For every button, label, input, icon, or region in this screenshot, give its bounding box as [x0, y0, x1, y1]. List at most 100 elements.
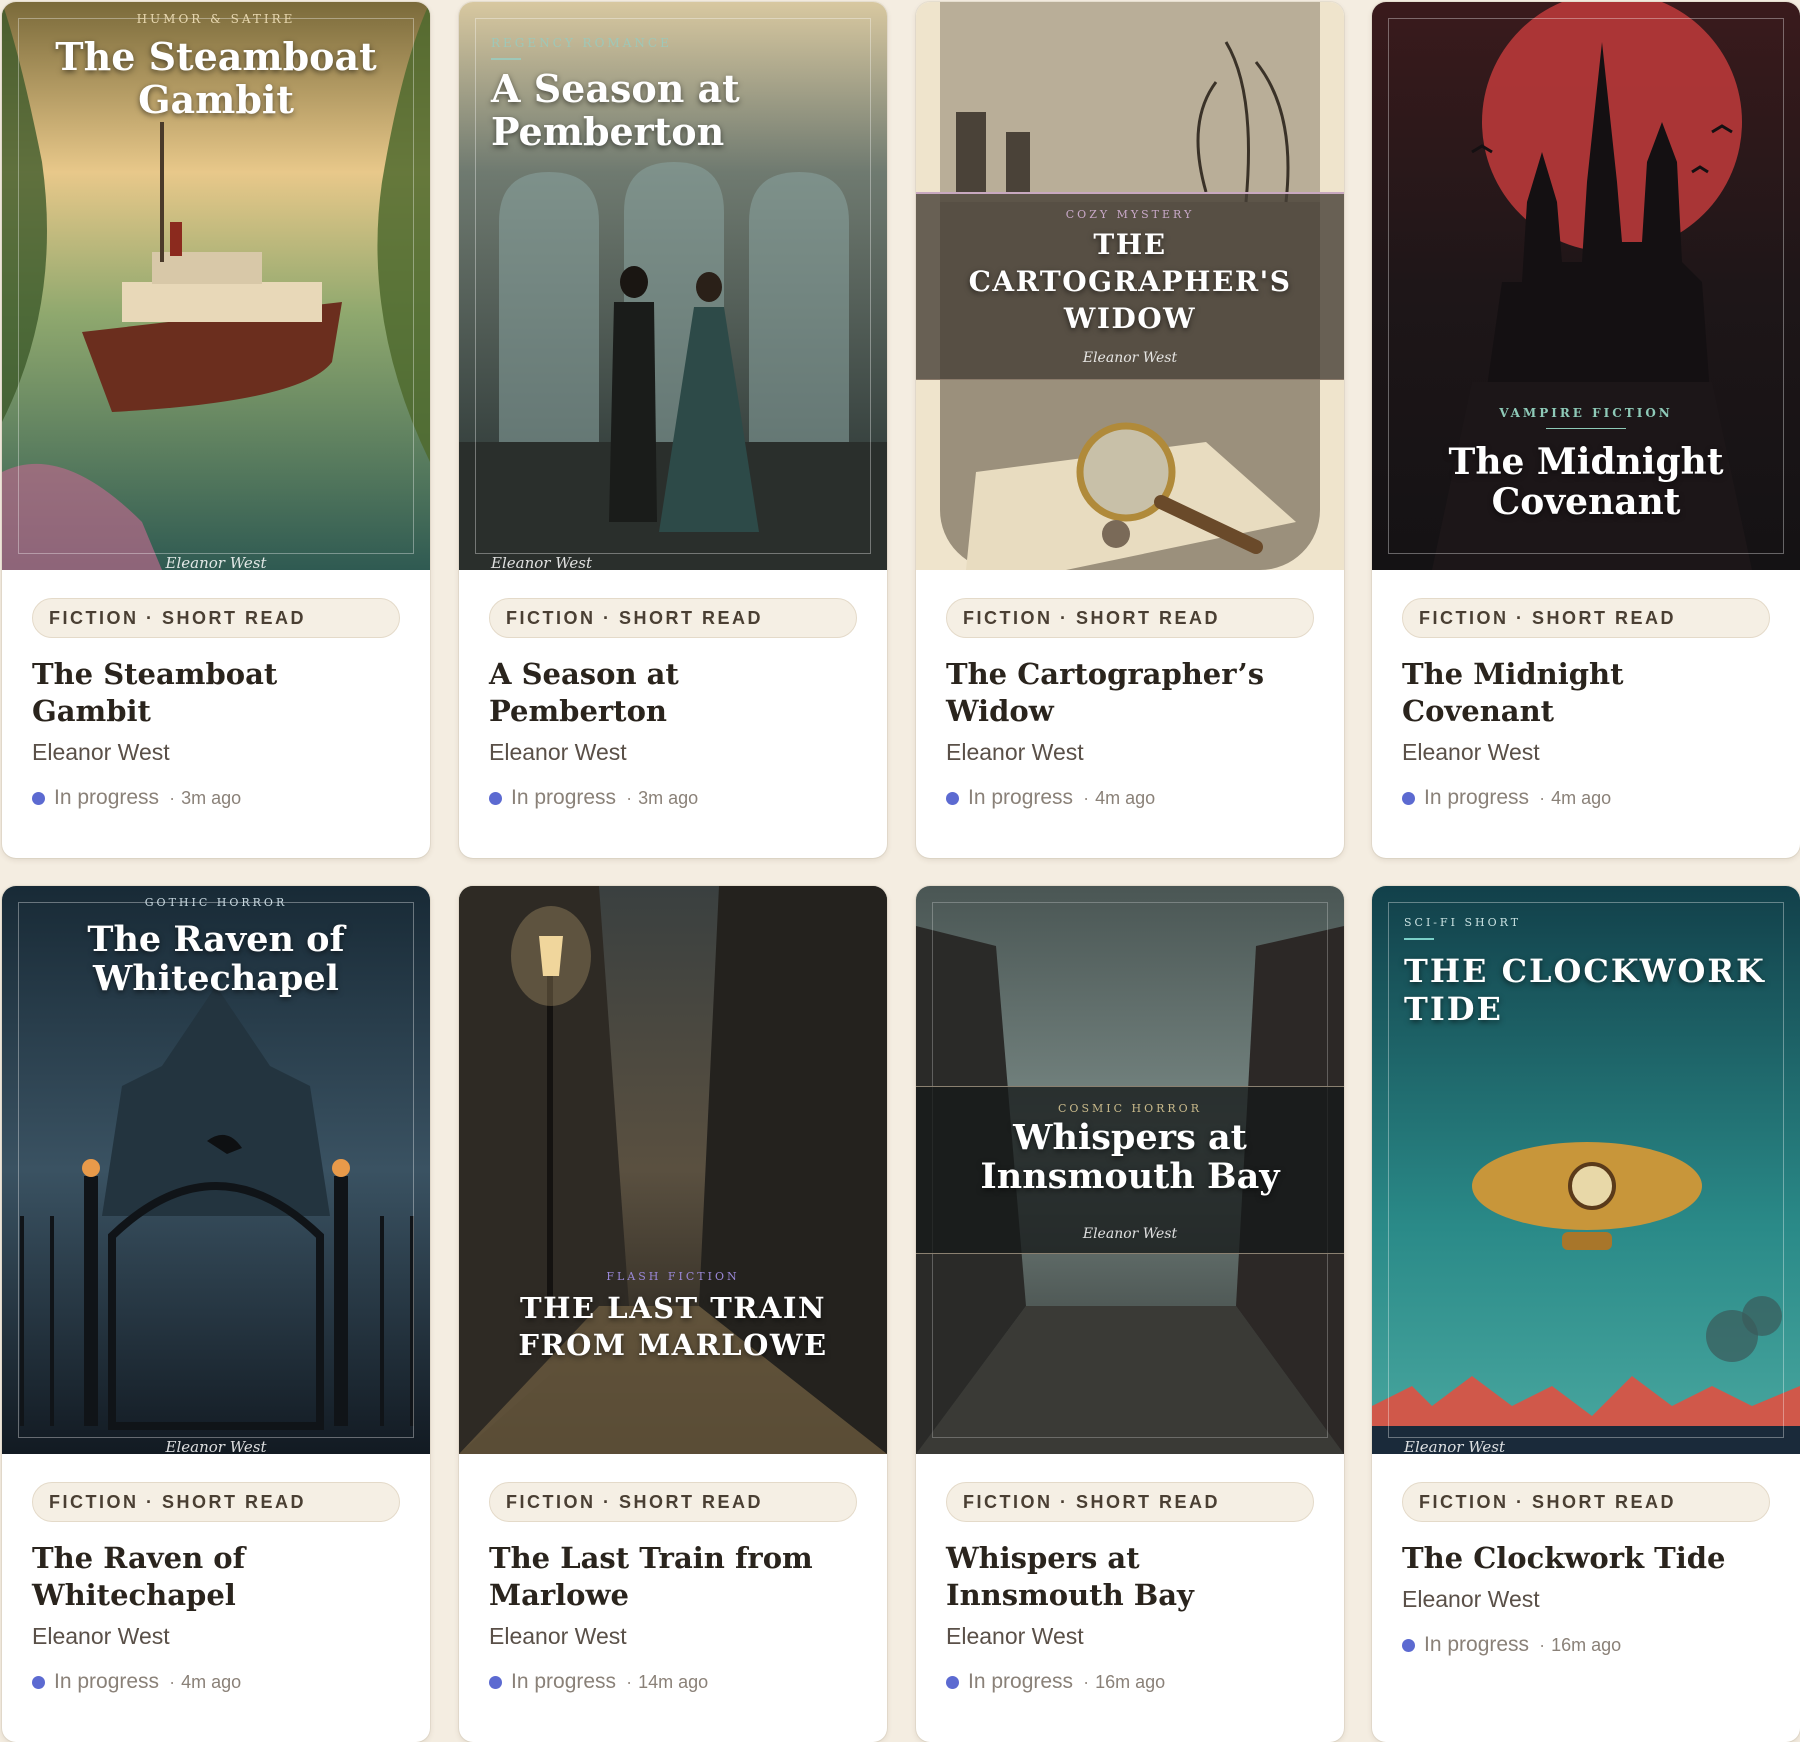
reading-status: In progress · 4m ago [32, 1670, 400, 1694]
book-cover: REGENCY ROMANCE A Season at Pemberton El… [459, 2, 887, 570]
book-card-whispers-at-innsmouth-bay[interactable]: COSMIC HORROR Whispers at Innsmouth Bay … [916, 886, 1344, 1742]
status-dot-icon [489, 791, 502, 805]
cover-title: The Steamboat Gambit [55, 34, 377, 122]
separator: · [1083, 1671, 1090, 1692]
book-cover: SCI-FI SHORT THE CLOCKWORK TIDE Eleanor … [1372, 886, 1800, 1454]
separator: · [626, 1671, 633, 1692]
status-label: In progress [511, 1670, 617, 1693]
status-label: In progress [968, 786, 1074, 809]
reading-status: In progress · 16m ago [946, 1670, 1314, 1694]
cover-genre: COZY MYSTERY [1065, 208, 1195, 221]
reading-status: In progress · 3m ago [32, 786, 400, 810]
cover-genre: FLASH FICTION [606, 1270, 740, 1283]
book-title: The Midnight Covenant [1402, 657, 1624, 728]
book-title: Whispers at Innsmouth Bay [946, 1541, 1194, 1612]
cover-author: Eleanor West [165, 554, 267, 570]
separator: · [626, 787, 633, 808]
book-card-season-at-pemberton[interactable]: REGENCY ROMANCE A Season at Pemberton El… [459, 2, 887, 858]
separator: · [1539, 787, 1546, 808]
book-card-raven-of-whitechapel[interactable]: GOTHIC HORROR The Raven of Whitechapel E… [2, 886, 430, 1742]
status-label: In progress [1424, 786, 1530, 809]
cover-genre: VAMPIRE FICTION [1499, 406, 1673, 420]
cover-title: THE CARTOGRAPHER'S WIDOW [968, 228, 1292, 335]
book-author: Eleanor West [489, 1623, 627, 1649]
library-grid: HUMOR & SATIRE The Steamboat Gambit Elea… [0, 0, 1800, 1742]
separator: · [169, 787, 176, 808]
book-title: The Clockwork Tide [1402, 1541, 1726, 1575]
category-badge: FICTION · SHORT READ [32, 598, 400, 638]
reading-status: In progress · 3m ago [489, 786, 857, 810]
reading-status: In progress · 4m ago [946, 786, 1314, 810]
cover-author: Eleanor West [491, 554, 592, 570]
status-dot-icon [1402, 791, 1415, 805]
category-badge: FICTION · SHORT READ [489, 598, 857, 638]
status-dot-icon [946, 1675, 959, 1689]
status-dot-icon [32, 1675, 45, 1689]
cover-genre: GOTHIC HORROR [144, 896, 288, 909]
category-badge: FICTION · SHORT READ [1402, 598, 1770, 638]
book-title: The Raven of Whitechapel [32, 1541, 246, 1612]
reading-status: In progress · 16m ago [1402, 1633, 1770, 1657]
status-label: In progress [54, 1670, 160, 1693]
book-title: The Steamboat Gambit [32, 657, 278, 728]
book-author: Eleanor West [489, 739, 627, 765]
last-read-time: 3m ago [181, 787, 242, 808]
category-badge: FICTION · SHORT READ [489, 1482, 857, 1522]
cover-genre: COSMIC HORROR [1058, 1102, 1202, 1115]
cover-author: Eleanor West [1082, 1226, 1178, 1242]
status-label: In progress [1424, 1633, 1530, 1656]
book-card-clockwork-tide[interactable]: SCI-FI SHORT THE CLOCKWORK TIDE Eleanor … [1372, 886, 1800, 1742]
book-author: Eleanor West [946, 1623, 1084, 1649]
book-title: A Season at Pemberton [489, 657, 679, 728]
book-cover: GOTHIC HORROR The Raven of Whitechapel E… [2, 886, 430, 1454]
cover-author: Eleanor West [165, 1438, 267, 1454]
reading-status: In progress · 14m ago [489, 1670, 857, 1694]
book-title: The Cartographer’s Widow [946, 657, 1265, 728]
reading-status: In progress · 4m ago [1402, 786, 1770, 810]
cover-genre: SCI-FI SHORT [1404, 916, 1522, 929]
status-dot-icon [946, 791, 959, 805]
book-cover: COSMIC HORROR Whispers at Innsmouth Bay … [916, 886, 1344, 1454]
cover-title: A Season at Pemberton [491, 66, 740, 154]
book-author: Eleanor West [1402, 739, 1540, 765]
separator: · [1083, 787, 1090, 808]
category-badge: FICTION · SHORT READ [946, 1482, 1314, 1522]
cover-author: Eleanor West [1404, 1438, 1505, 1454]
status-dot-icon [32, 791, 45, 805]
status-dot-icon [489, 1675, 502, 1689]
status-dot-icon [1402, 1638, 1415, 1652]
book-cover: HUMOR & SATIRE The Steamboat Gambit Elea… [2, 2, 430, 570]
cover-title: THE LAST TRAIN FROM MARLOWE [518, 1291, 828, 1362]
last-read-time: 3m ago [638, 787, 699, 808]
cover-title: THE CLOCKWORK TIDE [1404, 952, 1766, 1028]
book-author: Eleanor West [946, 739, 1084, 765]
book-cover: COZY MYSTERY THE CARTOGRAPHER'S WIDOW El… [916, 2, 1344, 570]
book-card-midnight-covenant[interactable]: VAMPIRE FICTION The Midnight Covenant FI… [1372, 2, 1800, 858]
cover-genre: HUMOR & SATIRE [136, 12, 296, 26]
last-read-time: 14m ago [638, 1671, 709, 1692]
status-label: In progress [968, 1670, 1074, 1693]
book-author: Eleanor West [32, 739, 170, 765]
book-cover: FLASH FICTION THE LAST TRAIN FROM MARLOW… [459, 886, 887, 1454]
cover-author: Eleanor West [1082, 350, 1178, 366]
cover-title: Whispers at Innsmouth Bay [980, 1117, 1280, 1198]
last-read-time: 16m ago [1551, 1634, 1622, 1655]
cover-title: The Midnight Covenant [1448, 441, 1724, 524]
book-card-cartographers-widow[interactable]: COZY MYSTERY THE CARTOGRAPHER'S WIDOW El… [916, 2, 1344, 858]
book-author: Eleanor West [32, 1623, 170, 1649]
last-read-time: 4m ago [1095, 787, 1156, 808]
book-author: Eleanor West [1402, 1586, 1540, 1612]
last-read-time: 4m ago [181, 1671, 242, 1692]
status-label: In progress [54, 786, 160, 809]
last-read-time: 16m ago [1095, 1671, 1166, 1692]
book-card-last-train-from-marlowe[interactable]: FLASH FICTION THE LAST TRAIN FROM MARLOW… [459, 886, 887, 1742]
cover-art-alley [459, 886, 887, 1454]
separator: · [169, 1671, 176, 1692]
book-card-steamboat-gambit[interactable]: HUMOR & SATIRE The Steamboat Gambit Elea… [2, 2, 430, 858]
category-badge: FICTION · SHORT READ [946, 598, 1314, 638]
separator: · [1539, 1634, 1546, 1655]
category-badge: FICTION · SHORT READ [32, 1482, 400, 1522]
book-title: The Last Train from Marlowe [489, 1541, 813, 1612]
cover-title: The Raven of Whitechapel [87, 919, 345, 1000]
last-read-time: 4m ago [1551, 787, 1612, 808]
